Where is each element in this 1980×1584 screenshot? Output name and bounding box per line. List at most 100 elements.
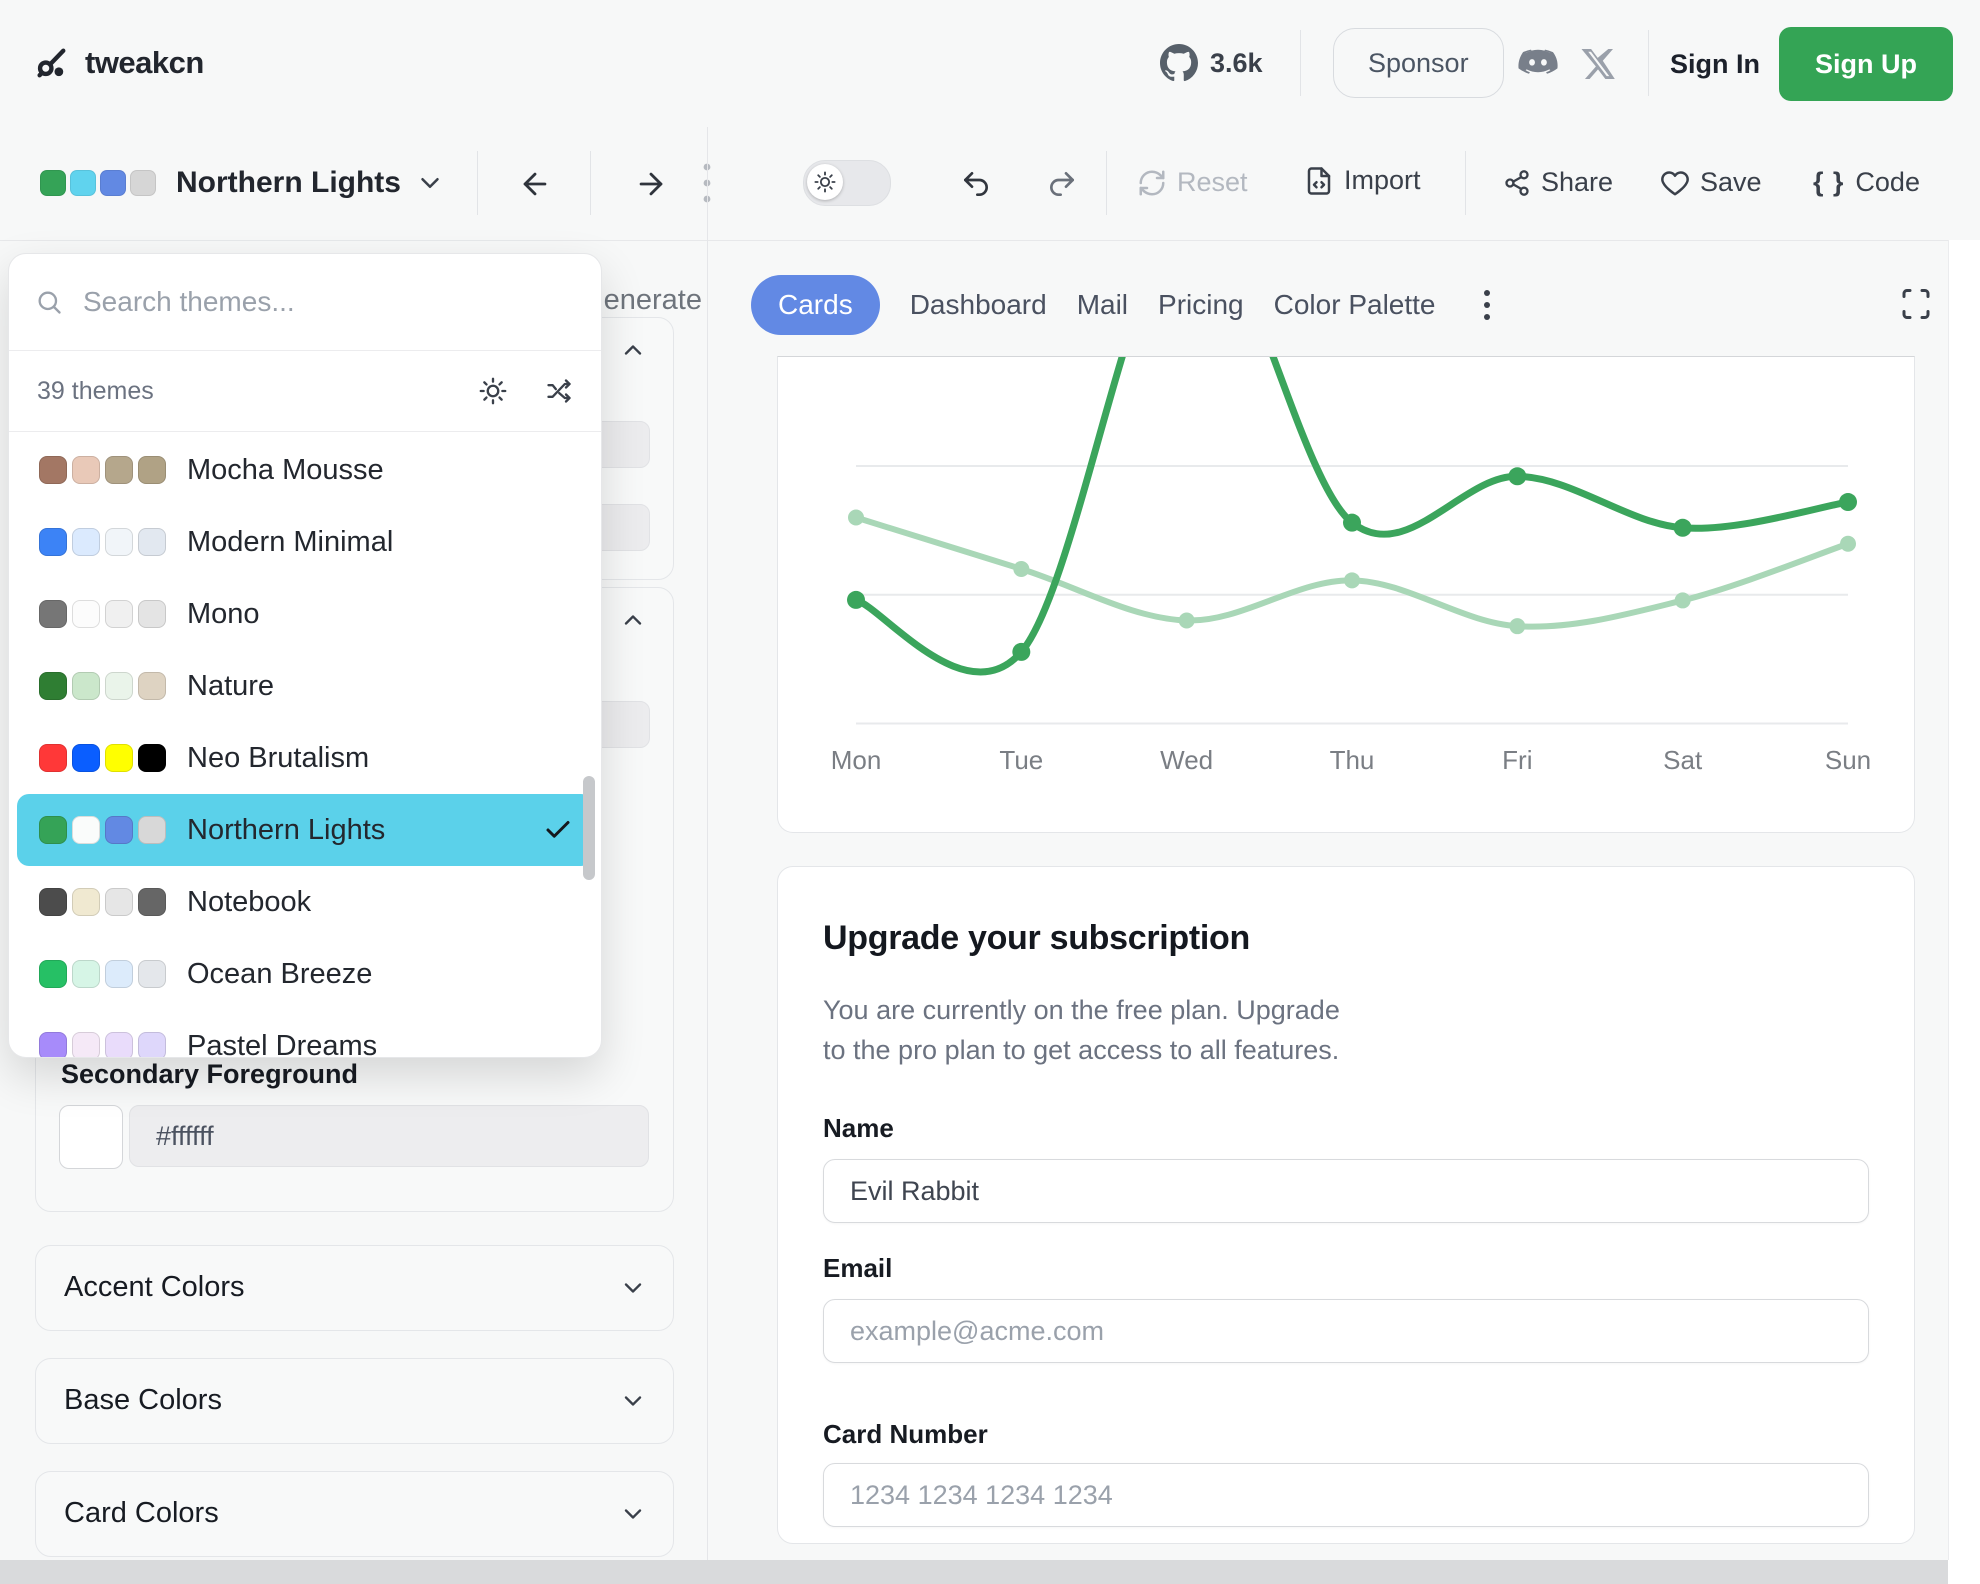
github-star-count: 3.6k [1210, 48, 1263, 79]
github-link[interactable]: 3.6k [1160, 0, 1263, 126]
tabs-overflow-menu-icon[interactable] [1480, 285, 1494, 325]
theme-count-row: 39 themes [9, 351, 601, 432]
search-icon [35, 288, 63, 316]
horizontal-scrollbar[interactable] [0, 1560, 1948, 1584]
name-field[interactable] [823, 1159, 1869, 1223]
current-theme-name: Northern Lights [176, 166, 401, 200]
logo[interactable]: tweakcn [30, 0, 204, 126]
tab-dashboard[interactable]: Dashboard [910, 289, 1047, 321]
theme-swatch [72, 456, 100, 484]
theme-option-nature[interactable]: Nature [17, 650, 593, 722]
discord-icon[interactable] [1516, 46, 1560, 82]
toolbar-divider-2 [590, 151, 591, 215]
chart-point [1675, 592, 1691, 608]
history-back-button[interactable] [518, 167, 552, 201]
vertical-scrollbar-track[interactable] [1948, 240, 1980, 1560]
import-button[interactable]: Import [1304, 165, 1421, 196]
share-icon [1503, 169, 1531, 197]
theme-option-pastel-dreams[interactable]: Pastel Dreams [17, 1010, 593, 1058]
chevron-up-icon[interactable] [619, 336, 647, 364]
theme-swatch [105, 456, 133, 484]
share-button[interactable]: Share [1503, 167, 1613, 198]
light-dark-toggle[interactable] [803, 160, 891, 206]
x-axis-label: Sun [1825, 745, 1871, 775]
theme-search-input[interactable] [81, 285, 525, 319]
redo-button[interactable] [1046, 168, 1078, 200]
reset-label: Reset [1177, 167, 1248, 198]
accent-colors-section[interactable]: Accent Colors [35, 1245, 674, 1331]
theme-swatch [39, 960, 67, 988]
theme-option-mocha-mousse[interactable]: Mocha Mousse [17, 434, 593, 506]
theme-option-label: Notebook [187, 886, 311, 919]
theme-option-modern-minimal[interactable]: Modern Minimal [17, 506, 593, 578]
sponsor-button[interactable]: Sponsor [1333, 28, 1504, 98]
chevron-down-icon [415, 168, 445, 198]
sign-up-button[interactable]: Sign Up [1779, 27, 1953, 101]
chart-point [848, 510, 864, 526]
theme-search-row [9, 254, 601, 351]
theme-swatch [138, 888, 166, 916]
theme-option-neo-brutalism[interactable]: Neo Brutalism [17, 722, 593, 794]
theme-option-label: Mono [187, 598, 260, 631]
scrollbar-thumb[interactable] [583, 776, 595, 880]
x-axis-label: Fri [1502, 745, 1532, 775]
theme-count: 39 themes [37, 377, 479, 406]
fullscreen-icon[interactable] [1898, 286, 1934, 322]
theme-option-notebook[interactable]: Notebook [17, 866, 593, 938]
chevron-up-icon[interactable] [619, 606, 647, 634]
card-number-field[interactable] [823, 1463, 1869, 1527]
chart-point [1509, 618, 1525, 634]
undo-button[interactable] [960, 168, 992, 200]
chart-point [1840, 536, 1856, 552]
logo-text: tweakcn [85, 45, 204, 81]
base-colors-label: Base Colors [64, 1384, 222, 1417]
light-mode-filter-icon[interactable] [479, 377, 507, 405]
email-label: Email [823, 1253, 892, 1284]
scrollbar-corner [1948, 1560, 1980, 1584]
theme-swatch [39, 816, 67, 844]
x-twitter-icon[interactable] [1580, 46, 1616, 82]
tab-mail[interactable]: Mail [1077, 289, 1128, 321]
save-button[interactable]: Save [1660, 167, 1762, 198]
theme-swatch [39, 600, 67, 628]
code-button[interactable]: { } Code [1813, 167, 1920, 198]
import-label: Import [1344, 165, 1421, 196]
card-colors-section[interactable]: Card Colors [35, 1471, 674, 1557]
theme-swatch [138, 960, 166, 988]
history-forward-button[interactable] [634, 167, 668, 201]
reset-button[interactable]: Reset [1137, 167, 1248, 198]
tab-cards[interactable]: Cards [751, 275, 880, 335]
x-axis-label: Mon [831, 745, 882, 775]
theme-swatch [105, 672, 133, 700]
save-label: Save [1700, 167, 1762, 198]
file-import-icon [1304, 166, 1334, 196]
theme-option-mono[interactable]: Mono [17, 578, 593, 650]
shuffle-icon[interactable] [545, 377, 573, 405]
email-field[interactable] [823, 1299, 1869, 1363]
card-colors-label: Card Colors [64, 1497, 219, 1530]
chart-point [1674, 519, 1692, 537]
color-swatch[interactable] [59, 1105, 123, 1169]
theme-option-northern-lights[interactable]: Northern Lights [17, 794, 593, 866]
theme-swatch [39, 1032, 67, 1058]
theme-selector[interactable]: Northern Lights [40, 127, 445, 239]
theme-swatch [138, 672, 166, 700]
theme-option-label: Northern Lights [187, 814, 385, 847]
theme-swatch [72, 816, 100, 844]
sign-in-link[interactable]: Sign In [1670, 49, 1760, 80]
theme-swatch [72, 888, 100, 916]
base-colors-section[interactable]: Base Colors [35, 1358, 674, 1444]
secondary-foreground-hex-input[interactable] [129, 1105, 649, 1167]
theme-swatch [105, 888, 133, 916]
code-label: Code [1855, 167, 1920, 198]
accent-colors-label: Accent Colors [64, 1271, 245, 1304]
tab-pricing[interactable]: Pricing [1158, 289, 1244, 321]
theme-swatch [138, 816, 166, 844]
theme-option-label: Mocha Mousse [187, 454, 384, 487]
tab-color-palette[interactable]: Color Palette [1274, 289, 1436, 321]
editor-toolbar: Northern Lights Reset Import Share [0, 127, 1980, 241]
chart-point [1343, 514, 1361, 532]
toolbar-divider [477, 151, 478, 215]
theme-option-ocean-breeze[interactable]: Ocean Breeze [17, 938, 593, 1010]
theme-swatch [105, 1032, 133, 1058]
